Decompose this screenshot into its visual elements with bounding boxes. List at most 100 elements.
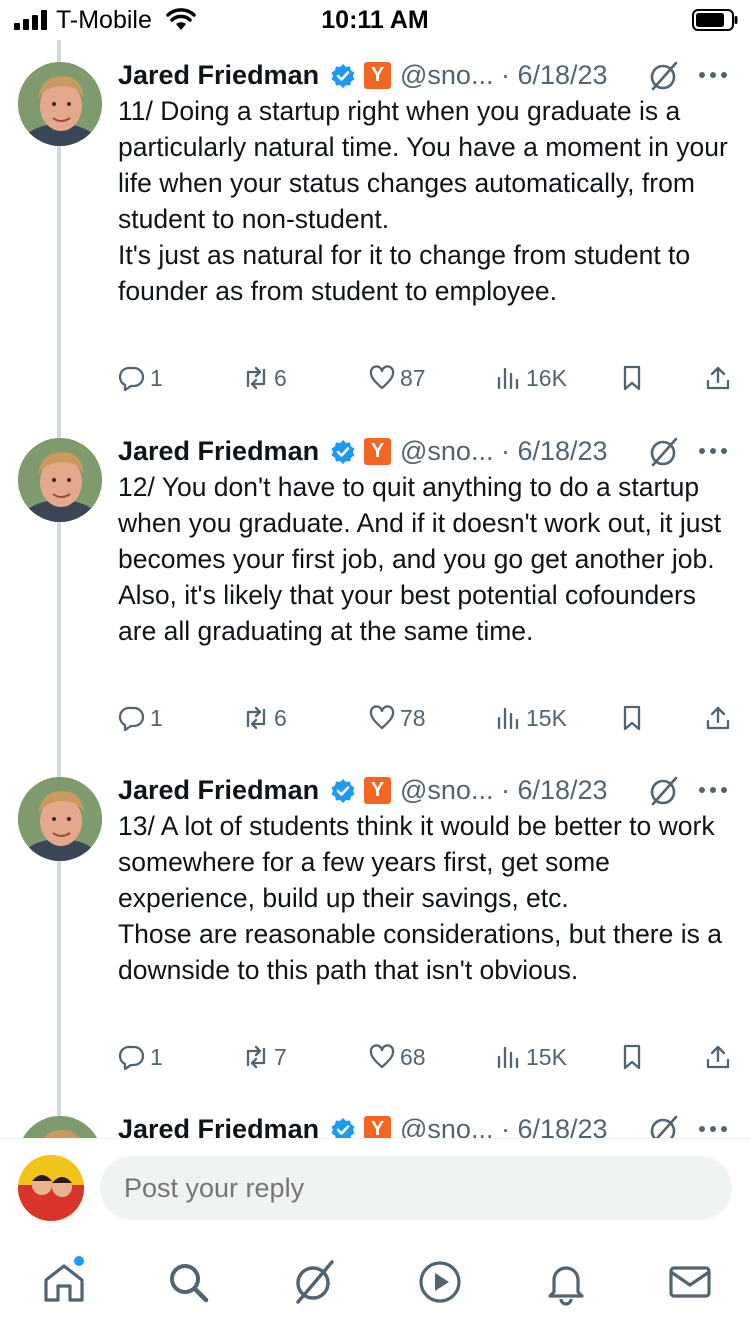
share-icon [706, 366, 730, 390]
bookmark-icon [623, 705, 641, 731]
tweet-actions: 1 6 78 15K [118, 700, 738, 736]
bookmark-button[interactable] [618, 700, 650, 736]
reply-button[interactable]: 1 [118, 1039, 163, 1075]
bookmark-button[interactable] [618, 1039, 650, 1075]
tweet-text: 12/ You don't have to quit anything to d… [118, 472, 722, 646]
repost-count: 6 [274, 364, 287, 391]
like-button[interactable]: 87 [368, 360, 426, 396]
status-bar: T-Mobile 10:11 AM [0, 0, 750, 40]
reply-button[interactable]: 1 [118, 700, 163, 736]
views-count: 15K [526, 1043, 567, 1070]
reply-icon [118, 1045, 145, 1071]
battery-icon [692, 9, 738, 31]
thread[interactable]: Jared Friedman Y @sno... · 6/18/23 11/ D… [0, 40, 750, 1138]
tweet-actions: 1 6 87 16K [118, 360, 738, 396]
grok-icon[interactable] [648, 1114, 680, 1138]
verified-badge-icon [331, 440, 355, 464]
repost-icon [246, 706, 266, 730]
author-name[interactable]: Jared Friedman [118, 1114, 319, 1138]
bottom-tab-bar [0, 1238, 750, 1334]
author-handle-date: @sno... · 6/18/23 [400, 775, 608, 805]
reply-icon [118, 706, 145, 732]
avatar[interactable] [18, 438, 102, 522]
grok-icon[interactable] [648, 775, 680, 807]
avatar[interactable] [18, 777, 102, 861]
more-options-icon[interactable] [698, 1124, 728, 1134]
current-user-avatar[interactable] [18, 1155, 84, 1221]
like-count: 78 [400, 704, 426, 731]
like-count: 68 [400, 1043, 426, 1070]
like-count: 87 [400, 364, 426, 391]
share-button[interactable] [704, 1039, 736, 1075]
heart-icon [369, 365, 395, 390]
repost-icon [246, 366, 266, 390]
heart-icon [369, 705, 395, 730]
bookmark-icon [623, 1044, 641, 1070]
affiliate-badge[interactable]: Y [364, 62, 391, 89]
author-name[interactable]: Jared Friedman [118, 436, 319, 467]
verified-badge-icon [331, 1118, 355, 1138]
repost-button[interactable]: 7 [242, 1039, 287, 1075]
verified-badge-icon [331, 64, 355, 88]
tab-search[interactable] [164, 1258, 212, 1306]
heart-icon [369, 1044, 395, 1069]
avatar[interactable] [18, 62, 102, 146]
share-button[interactable] [704, 700, 736, 736]
like-button[interactable]: 68 [368, 1039, 426, 1075]
affiliate-badge[interactable]: Y [364, 777, 391, 804]
search-icon [170, 1264, 209, 1303]
like-button[interactable]: 78 [368, 700, 426, 736]
views-button[interactable]: 15K [494, 700, 567, 736]
affiliate-badge[interactable]: Y [364, 1116, 391, 1138]
more-options-icon[interactable] [698, 785, 728, 795]
tweet-text: 11/ Doing a startup right when you gradu… [118, 96, 728, 306]
repost-count: 6 [274, 704, 287, 731]
share-button[interactable] [704, 360, 736, 396]
reply-input[interactable] [100, 1156, 732, 1220]
views-button[interactable]: 15K [494, 1039, 567, 1075]
reply-count: 1 [150, 364, 163, 391]
share-icon [706, 1045, 730, 1069]
author-handle-date: @sno... · 6/18/23 [400, 60, 608, 90]
views-button[interactable]: 16K [494, 360, 567, 396]
status-time: 10:11 AM [321, 6, 429, 34]
author-name[interactable]: Jared Friedman [118, 60, 319, 91]
reply-count: 1 [150, 704, 163, 731]
verified-badge-icon [331, 779, 355, 803]
views-count: 16K [526, 364, 567, 391]
reply-count: 1 [150, 1043, 163, 1070]
video-icon [419, 1261, 461, 1303]
grok-icon[interactable] [648, 60, 680, 92]
tab-notifications[interactable] [542, 1258, 590, 1306]
tweet-header: Jared Friedman Y @sno... · 6/18/23 [118, 1112, 738, 1138]
tab-messages[interactable] [666, 1258, 714, 1306]
bookmark-icon [623, 365, 641, 391]
grok-icon[interactable] [648, 436, 680, 468]
views-chart-icon [497, 1046, 519, 1069]
author-name[interactable]: Jared Friedman [118, 775, 319, 806]
unread-indicator-dot [74, 1256, 84, 1266]
share-icon [706, 706, 730, 730]
tab-grok[interactable] [290, 1258, 338, 1306]
tweet-header: Jared Friedman Y @sno... · 6/18/23 [118, 773, 738, 809]
reply-icon [118, 366, 145, 392]
avatar[interactable] [18, 1116, 102, 1138]
repost-button[interactable]: 6 [242, 360, 287, 396]
views-chart-icon [497, 367, 519, 390]
grok-icon [296, 1260, 334, 1304]
repost-button[interactable]: 6 [242, 700, 287, 736]
thread-connector-line [57, 40, 61, 1138]
author-handle-date: @sno... · 6/18/23 [400, 1114, 608, 1138]
reply-composer [0, 1138, 750, 1239]
tweet-actions: 1 7 68 15K [118, 1039, 738, 1075]
more-options-icon[interactable] [698, 70, 728, 80]
affiliate-badge[interactable]: Y [364, 438, 391, 465]
messages-icon [669, 1266, 711, 1298]
more-options-icon[interactable] [698, 446, 728, 456]
tweet-header: Jared Friedman Y @sno... · 6/18/23 [118, 58, 738, 94]
reply-button[interactable]: 1 [118, 360, 163, 396]
notifications-icon [548, 1266, 584, 1306]
bookmark-button[interactable] [618, 360, 650, 396]
repost-icon [246, 1045, 266, 1069]
tab-video[interactable] [416, 1258, 464, 1306]
